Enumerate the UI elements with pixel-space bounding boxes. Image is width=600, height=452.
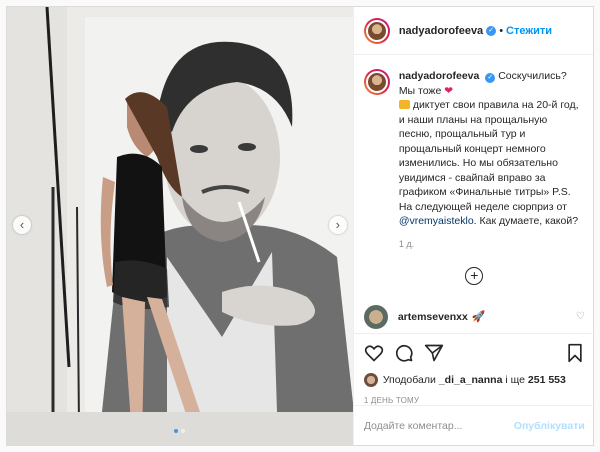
caption-text: nadyadorofeeva ✓ Соскучились? Мы тоже ❤ … (398, 69, 579, 229)
likes-user[interactable]: _di_a_nanna (439, 374, 503, 386)
caption-row: nadyadorofeeva ✓ Соскучились? Мы тоже ❤ … (363, 69, 585, 229)
photo-scene (7, 7, 353, 445)
post-actions: Уподобали _di_a_nanna і ще 251 553 1 ДЕН… (353, 333, 595, 405)
avatar[interactable] (363, 17, 390, 44)
chevron-left-icon[interactable]: ‹ (13, 216, 31, 234)
action-icons (364, 342, 585, 364)
carousel-dot-active (174, 429, 179, 433)
bookmark-icon[interactable] (565, 343, 585, 363)
chevron-right-icon[interactable]: › (328, 216, 347, 234)
comment-username[interactable]: artemsevenxx (398, 311, 468, 323)
likes-prefix: Уподобали (382, 374, 436, 386)
post-modal: ‹ › nadyadorofeeva ✓ • Стежити nadyadoro… (6, 6, 595, 446)
heart-emoji-icon: ❤ (444, 84, 454, 97)
caption-username[interactable]: nadyadorofeeva (399, 70, 480, 82)
add-circle-icon[interactable]: + (465, 266, 484, 285)
carousel-dots (7, 429, 353, 433)
comments-area[interactable]: nadyadorofeeva ✓ Соскучились? Мы тоже ❤ … (354, 55, 595, 331)
comment-icon[interactable] (394, 343, 414, 363)
caption-tail: . Как думаете, какой? (473, 215, 579, 227)
post-time: 1 ДЕНЬ ТОМУ (363, 396, 420, 405)
header-username[interactable]: nadyadorofeeva (399, 25, 483, 37)
post-panel: nadyadorofeeva ✓ • Стежити nadyadorofeev… (352, 7, 595, 445)
likes-middle: і ще (505, 374, 525, 386)
likes-line: Уподобали _di_a_nanna і ще 251 553 (363, 373, 585, 387)
caption-body: диктует свои правила на 20-й год, и наши… (398, 99, 579, 213)
comment-row: artemsevenxx 🚀 ♡ (363, 304, 585, 329)
comment-input[interactable] (363, 419, 514, 432)
share-icon[interactable] (424, 343, 444, 363)
caption-time: 1 д. (398, 238, 415, 249)
likes-count[interactable]: 251 553 (528, 374, 566, 386)
add-comment-bar: Опублікувати (353, 405, 595, 445)
header-separator: • (499, 24, 504, 37)
heart-icon[interactable] (364, 343, 384, 363)
post-photo[interactable]: ‹ › (7, 7, 353, 445)
liker-avatar[interactable] (363, 373, 378, 387)
publish-button[interactable]: Опублікувати (514, 420, 585, 432)
verified-icon: ✓ (486, 25, 497, 36)
comment-avatar[interactable] (363, 304, 388, 329)
follow-button[interactable]: Стежити (506, 25, 552, 37)
carousel-dot (181, 429, 186, 433)
hourglass-emoji-icon (398, 100, 410, 109)
rocket-emoji-icon: 🚀 (471, 311, 486, 323)
post-header: nadyadorofeeva ✓ • Стежити (353, 7, 593, 55)
caption-mention[interactable]: @vremyaisteklo (399, 215, 474, 227)
verified-icon: ✓ (485, 73, 496, 83)
caption-avatar[interactable] (363, 69, 390, 95)
comment-heart-icon[interactable]: ♡ (576, 311, 585, 322)
